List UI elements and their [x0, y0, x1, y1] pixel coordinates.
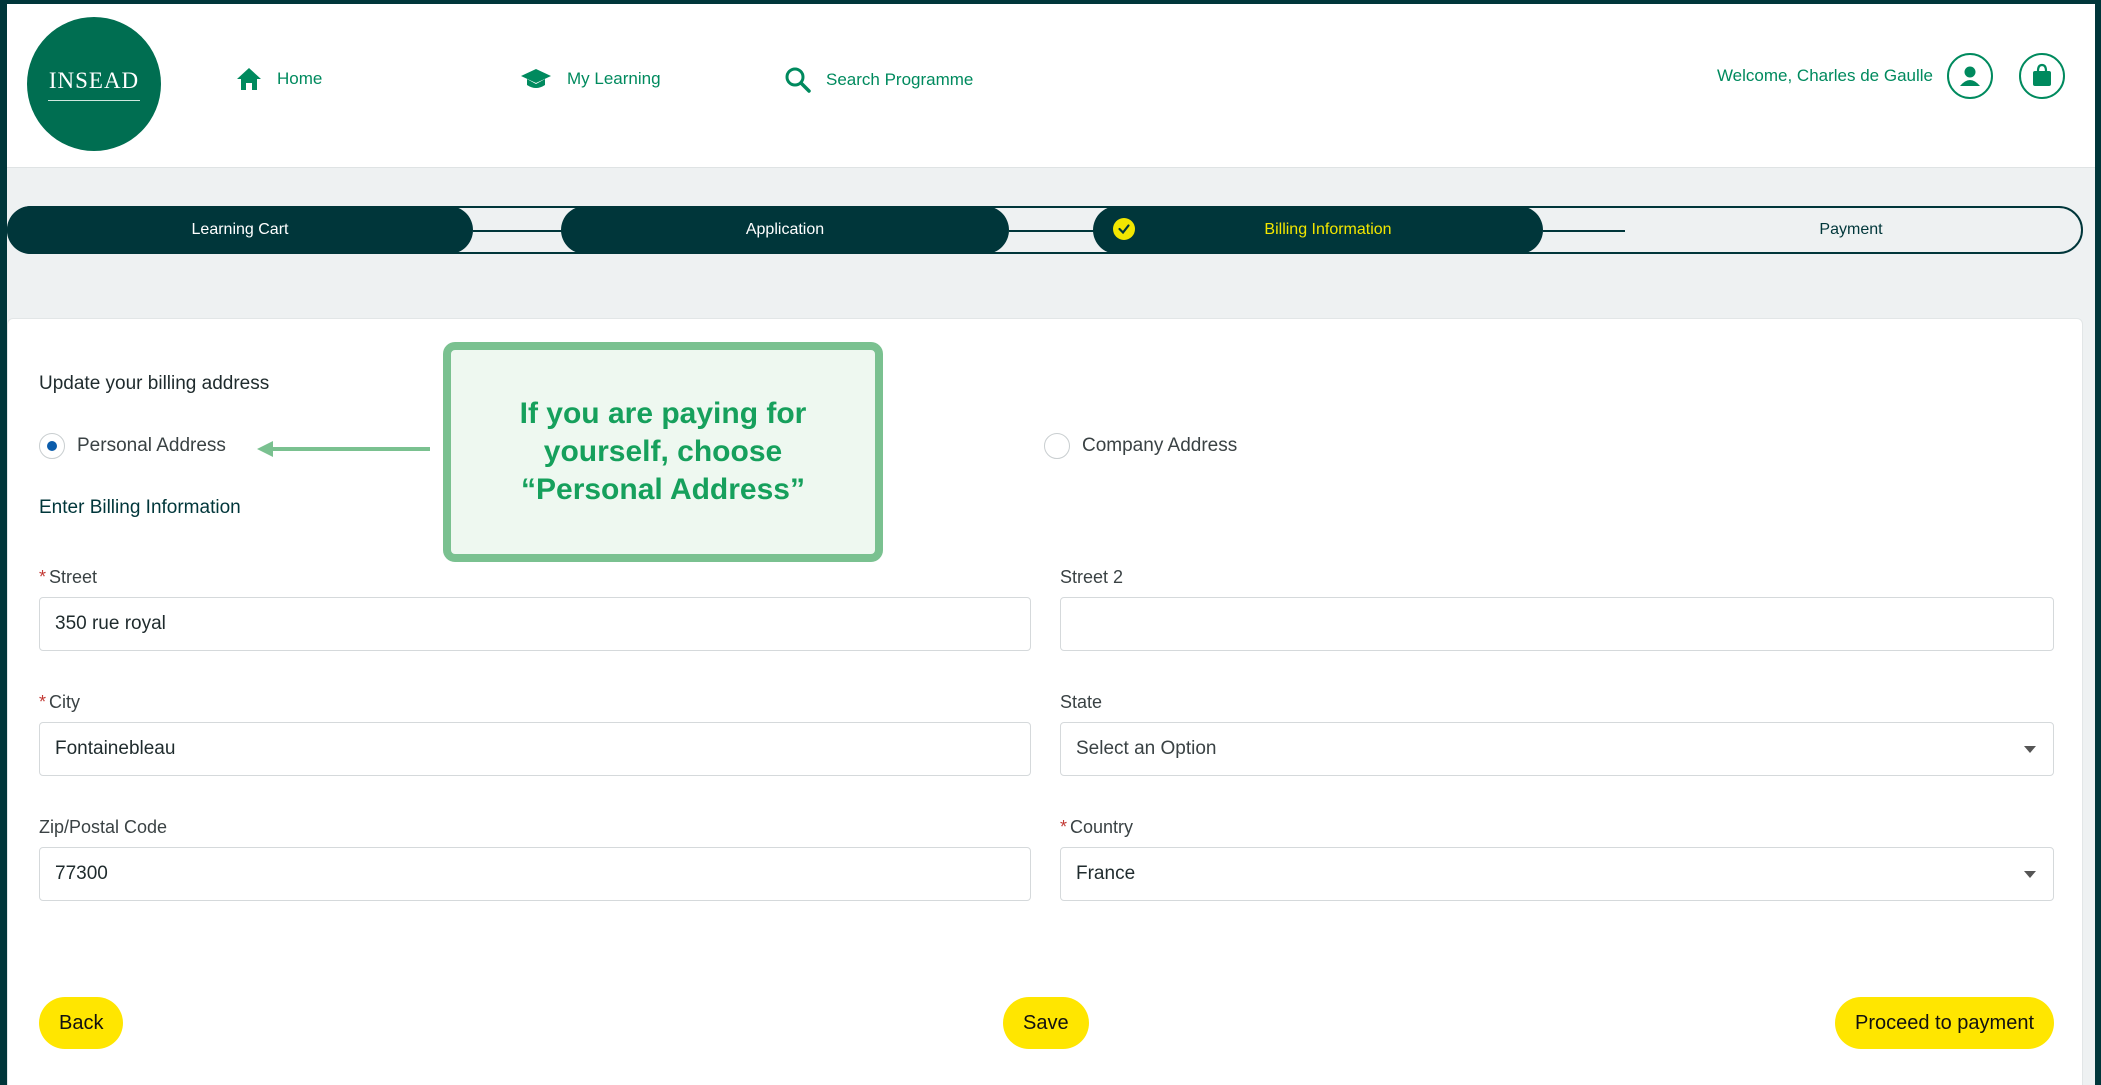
step-label: Learning Cart [191, 221, 289, 238]
checkout-stepper: Learning Cart Application Billing Inform… [7, 206, 2083, 254]
state-label: State [1060, 692, 1102, 713]
street2-label-text: Street 2 [1060, 567, 1124, 587]
step-application[interactable]: Application [561, 206, 1009, 254]
nav-my-learning[interactable]: My Learning [519, 66, 661, 92]
radio-company-address[interactable]: Company Address [1044, 433, 1237, 459]
step-connector [473, 230, 563, 232]
insead-logo[interactable]: INSEAD [27, 17, 161, 151]
welcome-message: Welcome, Charles de Gaulle [1716, 66, 1933, 85]
country-label-text: Country [1070, 817, 1134, 837]
form-title: Update your billing address [39, 373, 270, 394]
radio-company-label: Company Address [1082, 435, 1238, 456]
step-connector [1543, 230, 1625, 232]
zip-input[interactable]: 77300 [39, 847, 1031, 901]
back-button-label: Back [59, 1011, 104, 1034]
street-label-text: Street [49, 567, 98, 587]
form-subtitle: Enter Billing Information [39, 497, 241, 518]
city-label-text: City [49, 692, 81, 712]
state-label-text: State [1060, 692, 1103, 712]
logo-text: INSEAD [48, 67, 140, 93]
shopping-bag-icon [2033, 63, 2051, 86]
step-label: Payment [1819, 221, 1883, 238]
step-label: Billing Information [1264, 221, 1392, 238]
street-input[interactable]: 350 rue royal [39, 597, 1031, 651]
step-connector [1009, 230, 1097, 232]
step-payment[interactable]: Payment [1621, 208, 2081, 252]
zip-value: 77300 [55, 863, 108, 884]
radio-personal-label: Personal Address [77, 435, 226, 456]
home-icon [237, 68, 261, 90]
nav-search-label: Search Programme [826, 70, 974, 89]
logo-divider [48, 99, 140, 101]
check-icon [1113, 218, 1135, 240]
graduation-cap-icon [521, 69, 551, 88]
radio-button[interactable] [1044, 433, 1070, 459]
top-header: INSEAD Home My Learning Search Programme… [7, 4, 2095, 168]
step-label: Application [745, 221, 825, 238]
chevron-down-icon [2024, 870, 2036, 878]
city-input[interactable]: Fontainebleau [39, 722, 1031, 776]
cart-button[interactable] [2019, 53, 2065, 99]
state-select[interactable]: Select an Option [1060, 722, 2054, 776]
city-value: Fontainebleau [55, 738, 176, 759]
app-frame: INSEAD Home My Learning Search Programme… [7, 4, 2095, 1085]
state-value: Select an Option [1076, 738, 1217, 759]
step-billing-information[interactable]: Billing Information [1093, 206, 1543, 254]
user-icon [1960, 66, 1980, 86]
country-label: * Country [1060, 817, 1133, 838]
user-profile-button[interactable] [1947, 53, 1993, 99]
city-label: * City [39, 692, 80, 713]
callout-text: If you are paying for yourself, choose “… [519, 397, 807, 506]
instruction-callout: If you are paying for yourself, choose “… [443, 342, 883, 562]
required-marker: * [1060, 817, 1068, 837]
callout-arrow-icon [257, 441, 273, 457]
billing-form-card: Update your billing address Personal Add… [7, 318, 2083, 1085]
country-value: France [1076, 863, 1136, 884]
radio-button-selected[interactable] [39, 433, 65, 459]
save-button[interactable]: Save [1003, 997, 1089, 1049]
radio-personal-address[interactable]: Personal Address [39, 433, 226, 459]
nav-home[interactable]: Home [235, 66, 322, 92]
search-icon [785, 67, 811, 93]
back-button[interactable]: Back [39, 997, 124, 1049]
zip-label: Zip/Postal Code [39, 817, 167, 838]
street-value: 350 rue royal [55, 613, 166, 634]
save-button-label: Save [1023, 1011, 1069, 1034]
callout-arrow-line [269, 447, 430, 451]
proceed-button-label: Proceed to payment [1855, 1011, 2034, 1034]
step-learning-cart[interactable]: Learning Cart [7, 206, 473, 254]
nav-search-programme[interactable]: Search Programme [784, 66, 973, 94]
radio-dot [47, 441, 57, 451]
chevron-down-icon [2024, 745, 2036, 753]
required-marker: * [39, 567, 47, 587]
zip-label-text: Zip/Postal Code [39, 817, 168, 837]
country-select[interactable]: France [1060, 847, 2054, 901]
nav-my-learning-label: My Learning [567, 69, 661, 88]
street-label: * Street [39, 567, 97, 588]
proceed-to-payment-button[interactable]: Proceed to payment [1835, 997, 2054, 1049]
street2-label: Street 2 [1060, 567, 1123, 588]
required-marker: * [39, 692, 47, 712]
street2-input[interactable] [1060, 597, 2054, 651]
nav-home-label: Home [277, 69, 323, 88]
